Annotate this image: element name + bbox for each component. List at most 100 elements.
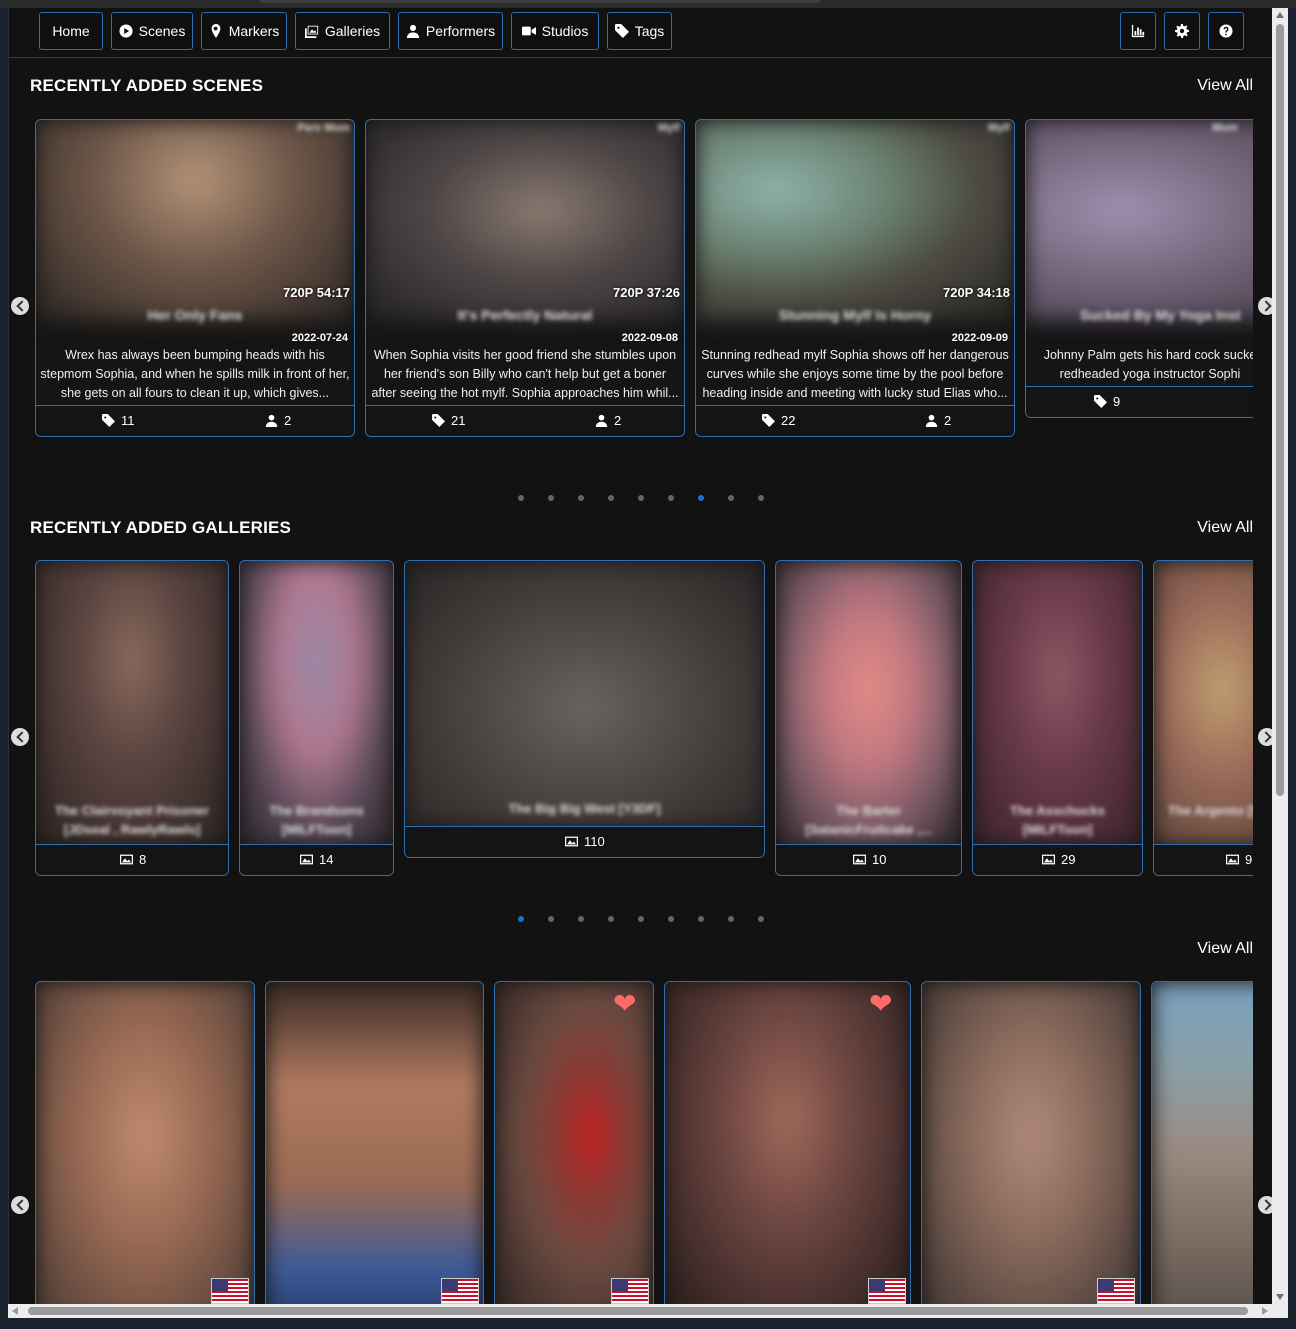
galleries-next-arrow[interactable] bbox=[1258, 728, 1273, 746]
gallery-title[interactable]: The Big Big West [Y3DF] bbox=[411, 801, 758, 816]
scene-title[interactable]: Sucked By My Yoga Inst bbox=[1080, 307, 1241, 323]
scene-thumbnail[interactable] bbox=[1026, 120, 1253, 320]
gallery-title[interactable]: The Barter [SatanicFruitcake ,... bbox=[782, 801, 955, 839]
performer-image[interactable] bbox=[495, 982, 653, 1304]
carousel-dot[interactable] bbox=[638, 916, 644, 922]
scene-date: 2022-09-08 bbox=[621, 332, 678, 344]
performer-image[interactable] bbox=[922, 982, 1140, 1304]
scene-title[interactable]: It's Perfectly Natural bbox=[366, 307, 684, 323]
scene-performer-count[interactable]: 2 bbox=[265, 413, 291, 428]
galleries-prev-arrow[interactable] bbox=[11, 728, 29, 746]
performer-image[interactable] bbox=[266, 982, 483, 1304]
scene-tag-count[interactable]: 22 bbox=[762, 413, 795, 428]
nav-performers-label: Performers bbox=[425, 23, 496, 39]
scene-tag-count[interactable]: 21 bbox=[432, 413, 465, 428]
scene-tag-count[interactable]: 9 bbox=[1094, 394, 1120, 409]
scene-card-footer: 11 2 bbox=[36, 405, 354, 436]
tag-icon bbox=[102, 414, 115, 427]
carousel-dot[interactable] bbox=[578, 916, 584, 922]
scene-card[interactable]: Mylf 720P 37:26 It's Perfectly Natural 2… bbox=[365, 119, 685, 437]
performer-card[interactable]: ❤ bbox=[494, 981, 654, 1304]
scene-performer-count[interactable]: 2 bbox=[925, 413, 951, 428]
scene-card[interactable]: Perv Mom 720P 54:17 Her Only Fans 2022-0… bbox=[35, 119, 355, 437]
performer-card[interactable]: ❤ bbox=[664, 981, 911, 1304]
us-flag-icon bbox=[611, 1278, 649, 1304]
performers-view-all-link[interactable]: View All bbox=[1197, 940, 1253, 958]
scenes-next-arrow[interactable] bbox=[1258, 297, 1273, 315]
carousel-dot[interactable] bbox=[578, 495, 584, 501]
scroll-down-arrow-icon[interactable] bbox=[1276, 1294, 1284, 1300]
performer-image[interactable] bbox=[1152, 982, 1253, 1304]
performer-card[interactable] bbox=[35, 981, 255, 1304]
performer-image[interactable] bbox=[36, 982, 254, 1304]
performer-card[interactable] bbox=[265, 981, 484, 1304]
settings-button[interactable] bbox=[1164, 12, 1200, 50]
scene-card[interactable]: Mylf 720P 34:18 Stunning Mylf Is Horny 2… bbox=[695, 119, 1015, 437]
nav-studios[interactable]: Studios bbox=[511, 12, 599, 50]
scene-tag-count[interactable]: 11 bbox=[102, 413, 135, 428]
scene-studio: Mom bbox=[1212, 122, 1238, 134]
carousel-dot[interactable] bbox=[608, 495, 614, 501]
carousel-dot[interactable] bbox=[518, 495, 524, 501]
carousel-dot[interactable] bbox=[548, 495, 554, 501]
scene-card-footer: 9 bbox=[1026, 386, 1253, 417]
vertical-scrollbar[interactable] bbox=[1272, 8, 1288, 1304]
gallery-card[interactable]: The Big Big West [Y3DF] 110 bbox=[404, 560, 765, 858]
us-flag-icon bbox=[211, 1278, 249, 1304]
scene-resolution-duration: 720P 37:26 bbox=[612, 285, 680, 300]
performer-card[interactable] bbox=[1151, 981, 1253, 1304]
nav-tags[interactable]: Tags bbox=[607, 12, 672, 50]
scroll-left-arrow-icon[interactable] bbox=[12, 1307, 18, 1315]
carousel-dot[interactable] bbox=[638, 495, 644, 501]
performers-next-arrow[interactable] bbox=[1258, 1196, 1273, 1214]
horizontal-scrollbar-thumb[interactable] bbox=[28, 1307, 1248, 1315]
user-icon bbox=[595, 414, 608, 427]
carousel-dot[interactable] bbox=[668, 495, 674, 501]
scene-title[interactable]: Stunning Mylf Is Horny bbox=[696, 307, 1014, 323]
nav-galleries-label: Galleries bbox=[324, 23, 381, 39]
gallery-title[interactable]: The Brandsons [MILFToon] bbox=[246, 801, 387, 839]
gallery-thumbnail[interactable] bbox=[405, 561, 764, 827]
scene-title[interactable]: Her Only Fans bbox=[36, 307, 354, 323]
gallery-image-count: 29 bbox=[1042, 852, 1075, 867]
gallery-card[interactable]: The Brandsons [MILFToon] 14 bbox=[239, 560, 394, 876]
scene-performer-count[interactable]: 2 bbox=[595, 413, 621, 428]
nav-galleries[interactable]: Galleries bbox=[295, 12, 390, 50]
performers-prev-arrow[interactable] bbox=[11, 1196, 29, 1214]
gallery-card[interactable]: The Clairvoyant Prisoner [JDseal , Rawly… bbox=[35, 560, 229, 876]
nav-scenes[interactable]: Scenes bbox=[111, 12, 193, 50]
carousel-dot-active[interactable] bbox=[698, 495, 704, 501]
carousel-dot[interactable] bbox=[728, 916, 734, 922]
performer-card[interactable] bbox=[921, 981, 1141, 1304]
carousel-dot[interactable] bbox=[698, 916, 704, 922]
gallery-card[interactable]: The Asschucks [MILFToon] 29 bbox=[972, 560, 1143, 876]
scene-card[interactable]: Mom Sucked By My Yoga Inst Johnny Palm g… bbox=[1025, 119, 1253, 418]
gallery-card[interactable]: The Barter [SatanicFruitcake ,... 10 bbox=[775, 560, 962, 876]
favorite-heart-icon[interactable]: ❤ bbox=[613, 990, 636, 1018]
carousel-dot[interactable] bbox=[608, 916, 614, 922]
carousel-dot[interactable] bbox=[728, 495, 734, 501]
vertical-scrollbar-thumb[interactable] bbox=[1276, 24, 1284, 796]
carousel-dot[interactable] bbox=[668, 916, 674, 922]
scenes-prev-arrow[interactable] bbox=[11, 297, 29, 315]
scroll-up-arrow-icon[interactable] bbox=[1276, 12, 1284, 18]
help-button[interactable] bbox=[1208, 12, 1244, 50]
nav-performers[interactable]: Performers bbox=[398, 12, 503, 50]
nav-home[interactable]: Home bbox=[39, 12, 103, 50]
scenes-view-all-link[interactable]: View All bbox=[1197, 77, 1253, 95]
nav-markers[interactable]: Markers bbox=[201, 12, 287, 50]
gallery-title[interactable]: The Clairvoyant Prisoner [JDseal , Rawly… bbox=[42, 801, 222, 839]
scroll-right-arrow-icon[interactable] bbox=[1262, 1307, 1268, 1315]
carousel-dot[interactable] bbox=[758, 495, 764, 501]
galleries-view-all-link[interactable]: View All bbox=[1197, 519, 1253, 537]
gallery-title[interactable]: The Argento [Marcos bbox=[1168, 801, 1253, 820]
carousel-dot[interactable] bbox=[758, 916, 764, 922]
carousel-dot[interactable] bbox=[548, 916, 554, 922]
gallery-card[interactable]: The Argento [Marcos 9 bbox=[1153, 560, 1253, 876]
carousel-dot-active[interactable] bbox=[518, 916, 524, 922]
performer-image[interactable] bbox=[665, 982, 910, 1304]
horizontal-scrollbar[interactable] bbox=[8, 1304, 1272, 1318]
favorite-heart-icon[interactable]: ❤ bbox=[869, 990, 892, 1018]
stats-button[interactable] bbox=[1120, 12, 1156, 50]
gallery-title[interactable]: The Asschucks [MILFToon] bbox=[979, 801, 1136, 839]
